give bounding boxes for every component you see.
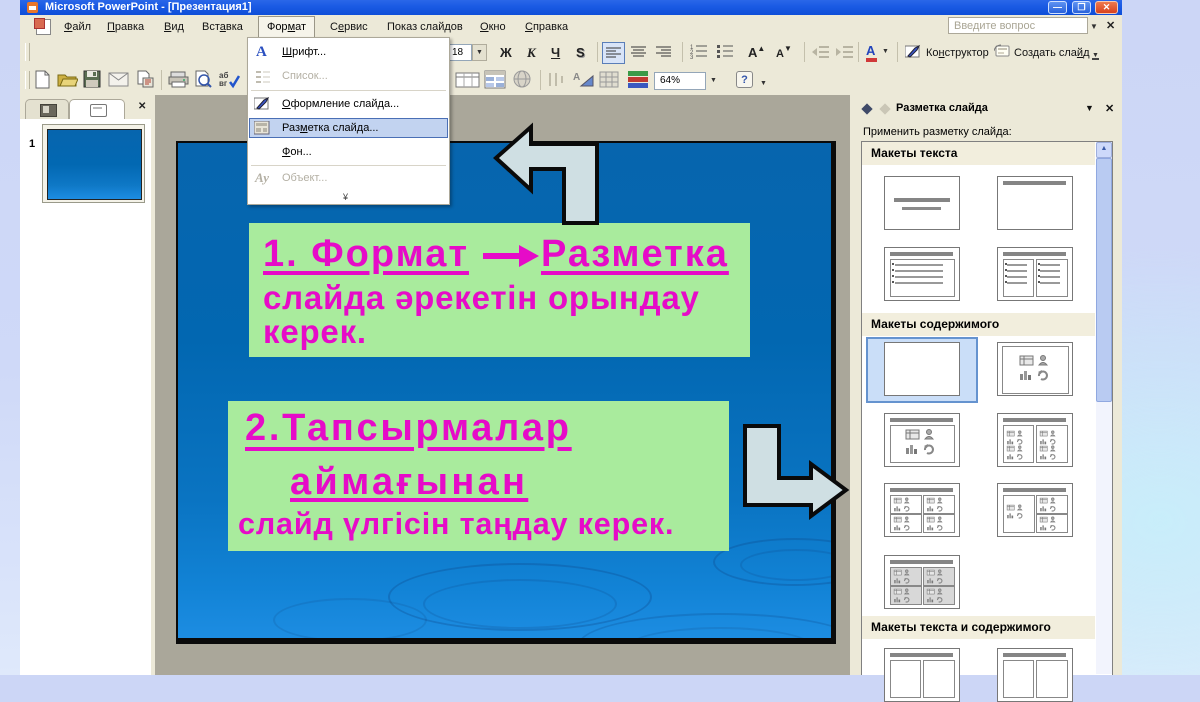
svg-text:А: А [573, 72, 580, 83]
svg-text:3: 3 [690, 55, 694, 61]
svg-text:вг: вг [219, 79, 228, 88]
